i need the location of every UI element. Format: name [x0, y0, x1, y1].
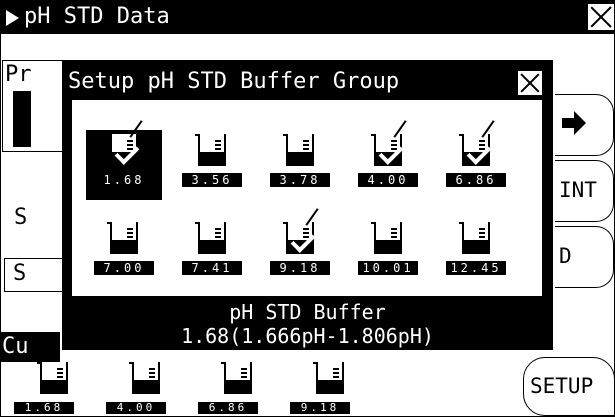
buffer-value: 6.86 — [446, 173, 506, 187]
status-title: pH STD Buffer — [229, 300, 386, 324]
checked-beaker-icon — [283, 208, 319, 256]
beaker-icon — [459, 222, 490, 256]
window-close-button[interactable] — [588, 4, 614, 30]
d-button-label: D — [559, 244, 572, 268]
current-buffer-list: 1.68 4.00 6.86 9.18 — [14, 362, 504, 414]
window-title: pH STD Data — [24, 4, 170, 29]
buffer-value: 7.00 — [94, 261, 154, 275]
buffer-value: 12.45 — [446, 261, 506, 275]
dialog-title: Setup pH STD Buffer Group — [68, 69, 400, 94]
buffer-value: 4.00 — [358, 173, 418, 187]
product-panel: Pr — [2, 60, 68, 152]
buffer-item[interactable]: 4.00 — [350, 120, 426, 200]
beaker-icon — [195, 222, 226, 256]
setup-button[interactable]: SETUP — [523, 357, 615, 416]
close-icon — [520, 73, 540, 93]
buffer-value: 1.68 — [94, 173, 154, 187]
product-field[interactable] — [13, 91, 31, 147]
buffer-value: 3.78 — [270, 173, 330, 187]
int-button[interactable]: INT — [555, 160, 614, 222]
buffer-value: 10.01 — [358, 261, 418, 275]
buffer-item[interactable]: 3.56 — [174, 130, 250, 200]
int-button-label: INT — [559, 178, 597, 202]
beaker-icon — [283, 134, 314, 168]
cu-header: Cu — [0, 332, 60, 362]
buffer-item[interactable]: 10.01 — [350, 218, 426, 288]
current-buffer-item[interactable]: 4.00 — [106, 362, 176, 414]
beaker-icon — [371, 222, 402, 256]
buffer-grid: 1.68 3.56 3.78 4.00 6.86 7.00 7.41 9.18 10.01 12.… — [72, 100, 542, 296]
buffer-value: 1.68 — [14, 402, 74, 414]
buffer-value: 6.86 — [198, 402, 258, 414]
cu-label: Cu — [2, 334, 29, 359]
arrow-right-icon — [562, 111, 586, 135]
buffer-value: 3.56 — [182, 173, 242, 187]
buffer-item[interactable]: 9.18 — [262, 208, 338, 288]
s-field-2[interactable]: S — [4, 258, 66, 292]
buffer-item[interactable]: 7.00 — [86, 218, 162, 288]
product-label: Pr — [5, 62, 32, 87]
buffer-group-dialog: Setup pH STD Buffer Group 1.68 3.56 3.78 4.… — [62, 60, 553, 350]
current-buffer-item[interactable]: 6.86 — [198, 362, 268, 414]
buffer-status: pH STD Buffer 1.68(1.666pH-1.806pH) — [62, 300, 553, 350]
current-buffer-item[interactable]: 1.68 — [14, 362, 84, 414]
title-arrow-icon — [6, 10, 19, 26]
buffer-item[interactable]: 6.86 — [438, 120, 514, 200]
current-buffer-item[interactable]: 9.18 — [290, 362, 360, 414]
checked-beaker-icon — [371, 120, 407, 168]
beaker-icon — [221, 362, 252, 396]
beaker-icon — [195, 134, 226, 168]
buffer-item[interactable]: 7.41 — [174, 218, 250, 288]
beaker-icon — [107, 222, 138, 256]
status-range: 1.68(1.666pH-1.806pH) — [181, 324, 434, 348]
buffer-value: 9.18 — [290, 402, 350, 414]
buffer-item[interactable]: 3.78 — [262, 130, 338, 200]
checked-beaker-icon — [459, 120, 495, 168]
s-label-1: S — [14, 205, 28, 230]
beaker-icon — [313, 362, 344, 396]
beaker-icon — [129, 362, 160, 396]
buffer-value: 4.00 — [106, 402, 166, 414]
beaker-icon — [37, 362, 68, 396]
next-button[interactable] — [555, 94, 614, 156]
checked-beaker-icon — [107, 120, 143, 168]
s-label-2: S — [13, 261, 27, 286]
dialog-close-button[interactable] — [517, 70, 543, 96]
setup-button-label: SETUP — [530, 374, 594, 398]
buffer-value: 7.41 — [182, 261, 242, 275]
d-button[interactable]: D — [555, 226, 614, 288]
title-bar: pH STD Data — [0, 0, 615, 34]
close-icon — [590, 6, 612, 28]
buffer-item[interactable]: 1.68 — [86, 120, 162, 200]
buffer-item[interactable]: 12.45 — [438, 218, 514, 288]
buffer-value: 9.18 — [270, 261, 330, 275]
